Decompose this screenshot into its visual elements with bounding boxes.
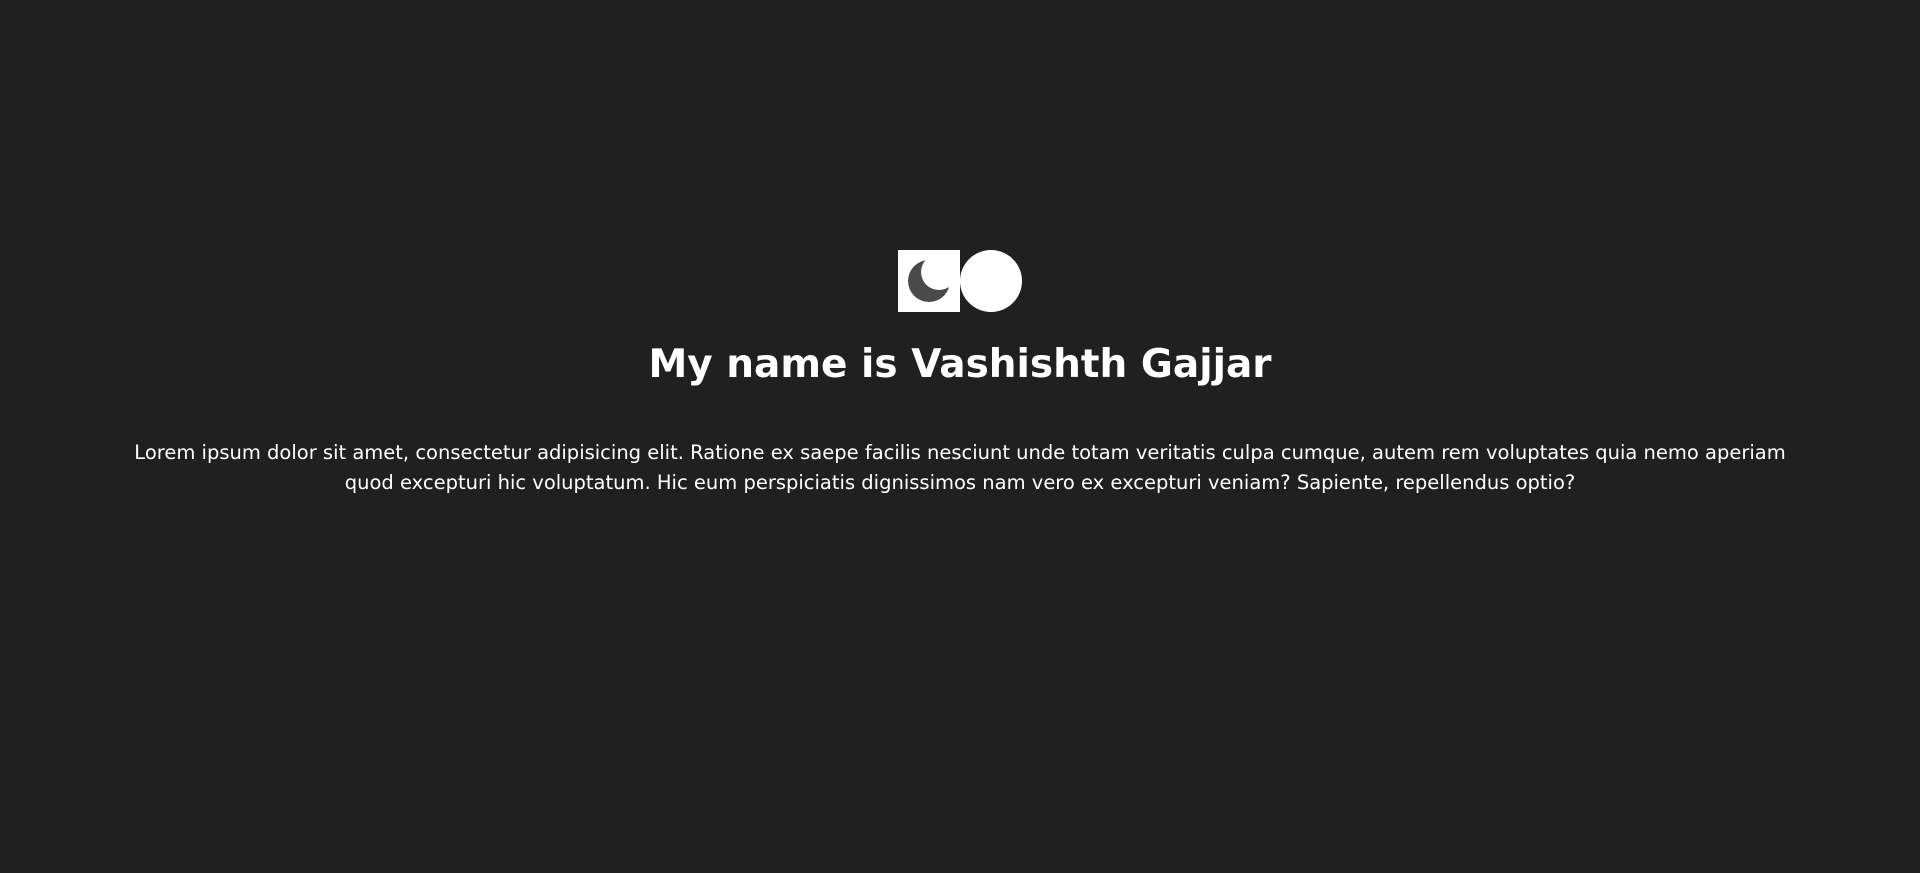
- theme-toggle[interactable]: [898, 250, 1022, 312]
- page-title: My name is Vashishth Gajjar: [648, 342, 1272, 387]
- intro-paragraph: Lorem ipsum dolor sit amet, consectetur …: [134, 441, 1786, 494]
- moon-icon: [908, 257, 953, 302]
- sun-circle-icon[interactable]: [960, 250, 1022, 312]
- moon-button[interactable]: [898, 250, 960, 312]
- page: My name is Vashishth Gajjar Lorem ipsum …: [0, 0, 1920, 873]
